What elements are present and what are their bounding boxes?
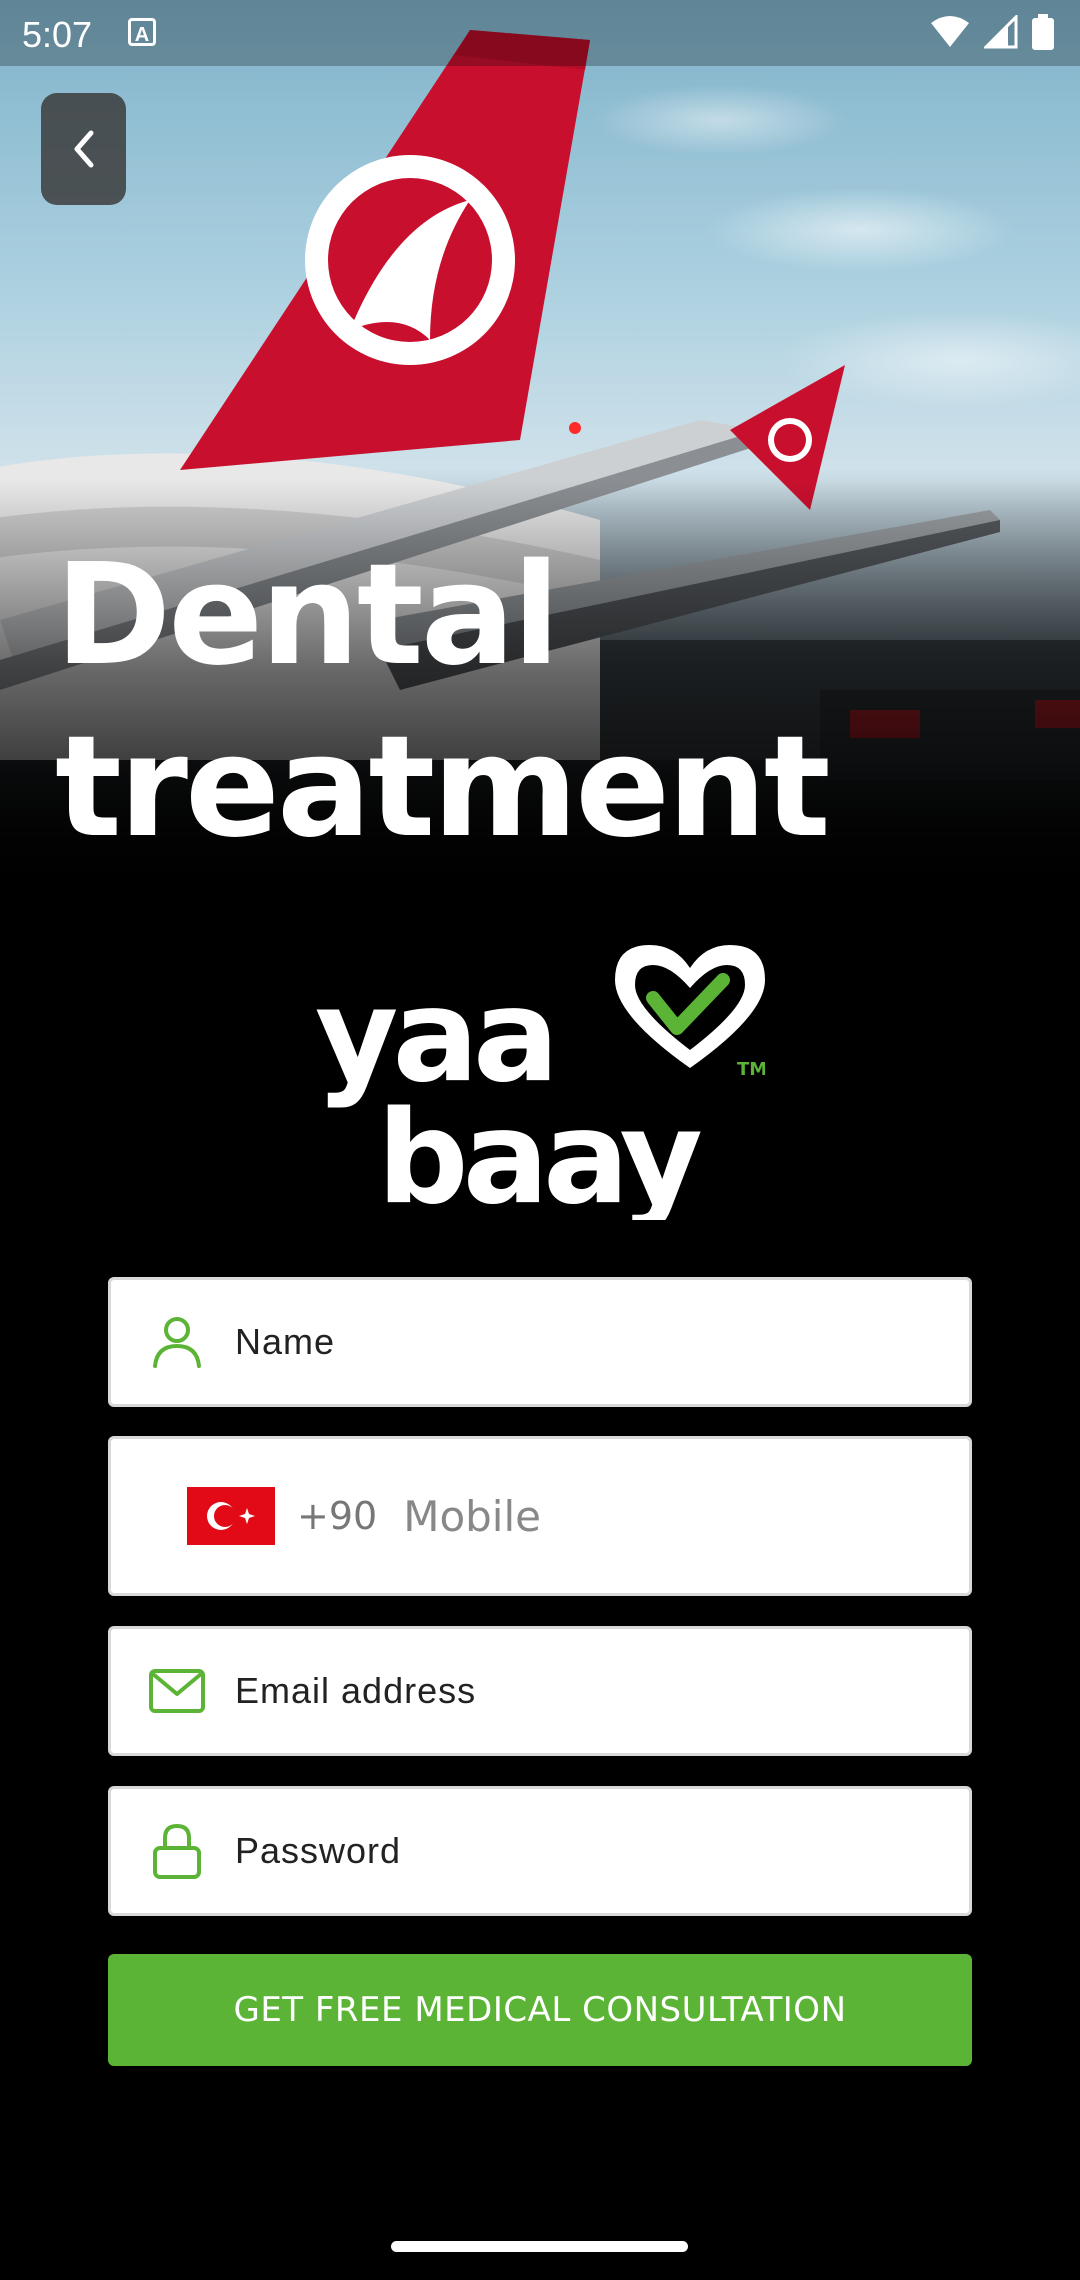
battery-icon (1032, 14, 1054, 50)
mobile-placeholder: Mobile (403, 1491, 541, 1541)
lock-icon (147, 1821, 207, 1881)
name-field[interactable]: Name (108, 1277, 972, 1407)
page-title: Dental treatment (55, 530, 831, 874)
status-time: 5:07 (22, 14, 93, 55)
email-field[interactable]: Email address (108, 1626, 972, 1756)
home-indicator[interactable] (391, 2241, 688, 2252)
notification-a-icon: A (128, 18, 156, 46)
mobile-field[interactable]: +90 Mobile (108, 1436, 972, 1596)
yaabaay-logo: yaa baay TM (315, 945, 765, 1220)
password-placeholder: Password (235, 1830, 402, 1871)
logo-trademark: TM (737, 1059, 765, 1080)
title-line-1: Dental (55, 534, 560, 697)
title-line-2: treatment (55, 706, 831, 869)
name-placeholder: Name (235, 1321, 336, 1362)
chevron-left-icon (74, 130, 93, 168)
get-consultation-button[interactable]: GET FREE MEDICAL CONSULTATION (108, 1954, 972, 2066)
status-icons (930, 14, 1054, 50)
logo-text-line2: baay (377, 1084, 701, 1220)
cellular-signal-icon (984, 15, 1018, 49)
country-code: +90 (297, 1494, 378, 1538)
turkey-flag-icon[interactable] (187, 1487, 275, 1545)
wifi-icon (931, 16, 969, 47)
status-bar: 5:07 A (0, 0, 1080, 66)
email-placeholder: Email address (235, 1670, 477, 1711)
password-field[interactable]: Password (108, 1786, 972, 1916)
mail-icon (147, 1661, 207, 1721)
back-button[interactable] (41, 93, 126, 205)
person-icon (147, 1312, 207, 1372)
